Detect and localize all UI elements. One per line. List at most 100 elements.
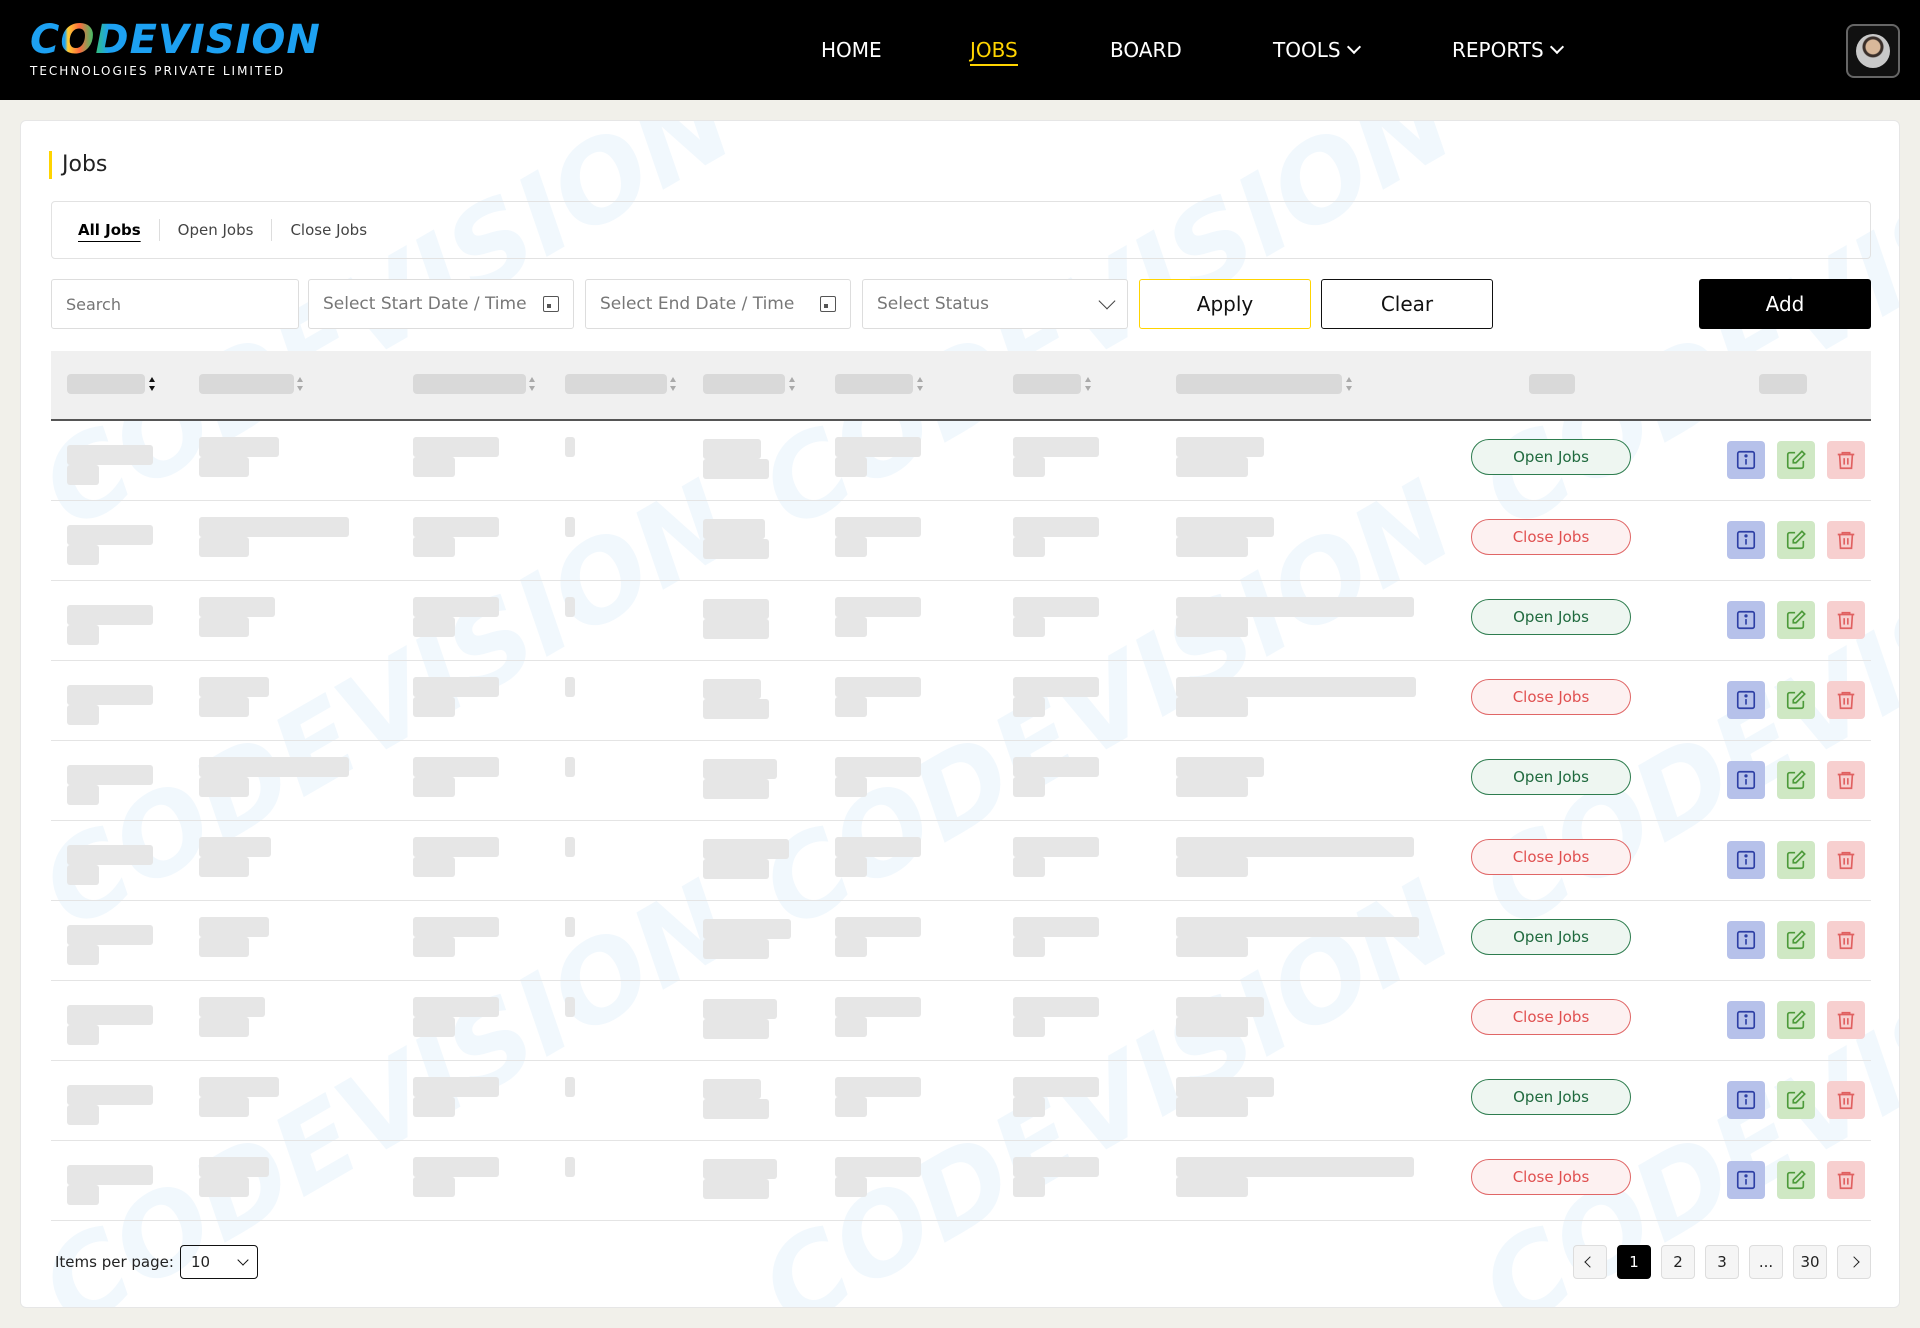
- calendar-icon[interactable]: [543, 296, 559, 312]
- nav-tools[interactable]: TOOLS: [1273, 38, 1361, 62]
- sort-icon[interactable]: [1085, 377, 1091, 391]
- delete-button[interactable]: [1827, 441, 1865, 479]
- column-header[interactable]: [413, 374, 526, 394]
- pagination-page[interactable]: 30: [1793, 1245, 1827, 1279]
- table-row[interactable]: Open Jobs: [51, 421, 1871, 501]
- apply-button[interactable]: Apply: [1139, 279, 1311, 329]
- status-badge[interactable]: Close Jobs: [1471, 679, 1631, 715]
- delete-button[interactable]: [1827, 921, 1865, 959]
- edit-button[interactable]: [1777, 681, 1815, 719]
- delete-button[interactable]: [1827, 1161, 1865, 1199]
- cell-placeholder: [413, 857, 455, 877]
- info-button[interactable]: [1727, 921, 1765, 959]
- status-badge[interactable]: Close Jobs: [1471, 999, 1631, 1035]
- pagination-prev-button[interactable]: [1573, 1245, 1607, 1279]
- tab-open-jobs[interactable]: Open Jobs: [160, 219, 273, 241]
- status-badge[interactable]: Close Jobs: [1471, 1159, 1631, 1195]
- table-row[interactable]: Open Jobs: [51, 581, 1871, 661]
- end-date-picker[interactable]: Select End Date / Time: [585, 279, 851, 329]
- delete-button[interactable]: [1827, 601, 1865, 639]
- info-button[interactable]: [1727, 601, 1765, 639]
- delete-button[interactable]: [1827, 841, 1865, 879]
- edit-button[interactable]: [1777, 1081, 1815, 1119]
- edit-button[interactable]: [1777, 761, 1815, 799]
- column-header[interactable]: [1176, 374, 1342, 394]
- sort-icon[interactable]: [149, 377, 155, 391]
- edit-button[interactable]: [1777, 1001, 1815, 1039]
- edit-button[interactable]: [1777, 1161, 1815, 1199]
- status-badge[interactable]: Open Jobs: [1471, 759, 1631, 795]
- nav-board[interactable]: BOARD: [1110, 38, 1182, 62]
- delete-button[interactable]: [1827, 681, 1865, 719]
- info-button[interactable]: [1727, 441, 1765, 479]
- info-button[interactable]: [1727, 841, 1765, 879]
- pagination-page[interactable]: 1: [1617, 1245, 1651, 1279]
- search-field[interactable]: [51, 279, 299, 329]
- tab-all-jobs[interactable]: All Jobs: [78, 219, 160, 241]
- nav-jobs[interactable]: JOBS: [970, 38, 1018, 66]
- tab-close-jobs[interactable]: Close Jobs: [272, 219, 385, 241]
- sort-icon[interactable]: [670, 377, 676, 391]
- column-header[interactable]: [67, 374, 145, 394]
- cell-placeholder: [835, 1017, 867, 1037]
- info-button[interactable]: [1727, 681, 1765, 719]
- info-button[interactable]: [1727, 1001, 1765, 1039]
- edit-button[interactable]: [1777, 841, 1815, 879]
- table-row[interactable]: Open Jobs: [51, 741, 1871, 821]
- table-row[interactable]: Close Jobs: [51, 1141, 1871, 1221]
- pagination-next-button[interactable]: [1837, 1245, 1871, 1279]
- pagination-page[interactable]: ...: [1749, 1245, 1783, 1279]
- edit-button[interactable]: [1777, 521, 1815, 559]
- info-button[interactable]: [1727, 1161, 1765, 1199]
- cell-placeholder: [565, 517, 575, 537]
- start-date-picker[interactable]: Select Start Date / Time: [308, 279, 574, 329]
- status-badge[interactable]: Open Jobs: [1471, 599, 1631, 635]
- items-per-page-select[interactable]: 10: [179, 1245, 258, 1279]
- edit-button[interactable]: [1777, 441, 1815, 479]
- column-header[interactable]: [703, 374, 785, 394]
- cell-placeholder: [67, 625, 99, 645]
- column-header[interactable]: [565, 374, 667, 394]
- pagination-page[interactable]: 3: [1705, 1245, 1739, 1279]
- user-avatar[interactable]: [1846, 24, 1900, 78]
- status-select[interactable]: Select Status: [862, 279, 1128, 329]
- calendar-icon[interactable]: [820, 296, 836, 312]
- sort-icon[interactable]: [1346, 377, 1352, 391]
- edit-button[interactable]: [1777, 921, 1815, 959]
- info-button[interactable]: [1727, 761, 1765, 799]
- pagination-page[interactable]: 2: [1661, 1245, 1695, 1279]
- cell-placeholder: [1176, 1017, 1248, 1037]
- table-row[interactable]: Open Jobs: [51, 901, 1871, 981]
- column-header[interactable]: [1013, 374, 1081, 394]
- delete-button[interactable]: [1827, 1001, 1865, 1039]
- sort-icon[interactable]: [917, 377, 923, 391]
- nav-home[interactable]: HOME: [821, 38, 882, 62]
- jobs-table: Open Jobs Close Jobs Open Jobs Close Jobs Op…: [51, 351, 1871, 1221]
- column-header[interactable]: [835, 374, 913, 394]
- clear-button[interactable]: Clear: [1321, 279, 1493, 329]
- sort-icon[interactable]: [789, 377, 795, 391]
- info-button[interactable]: [1727, 521, 1765, 559]
- delete-button[interactable]: [1827, 761, 1865, 799]
- nav-reports[interactable]: REPORTS: [1452, 38, 1564, 62]
- status-badge[interactable]: Open Jobs: [1471, 439, 1631, 475]
- delete-button[interactable]: [1827, 1081, 1865, 1119]
- table-row[interactable]: Close Jobs: [51, 821, 1871, 901]
- status-badge[interactable]: Open Jobs: [1471, 919, 1631, 955]
- table-row[interactable]: Close Jobs: [51, 981, 1871, 1061]
- sort-icon[interactable]: [297, 377, 303, 391]
- status-badge[interactable]: Open Jobs: [1471, 1079, 1631, 1115]
- status-badge[interactable]: Close Jobs: [1471, 839, 1631, 875]
- brand-logo[interactable]: CODEVISION TECHNOLOGIES PRIVATE LIMITED: [30, 18, 321, 78]
- delete-button[interactable]: [1827, 521, 1865, 559]
- column-header[interactable]: [199, 374, 294, 394]
- sort-icon[interactable]: [529, 377, 535, 391]
- search-input[interactable]: [66, 294, 284, 314]
- info-button[interactable]: [1727, 1081, 1765, 1119]
- edit-button[interactable]: [1777, 601, 1815, 639]
- table-row[interactable]: Close Jobs: [51, 501, 1871, 581]
- table-row[interactable]: Open Jobs: [51, 1061, 1871, 1141]
- table-row[interactable]: Close Jobs: [51, 661, 1871, 741]
- add-button[interactable]: Add: [1699, 279, 1871, 329]
- status-badge[interactable]: Close Jobs: [1471, 519, 1631, 555]
